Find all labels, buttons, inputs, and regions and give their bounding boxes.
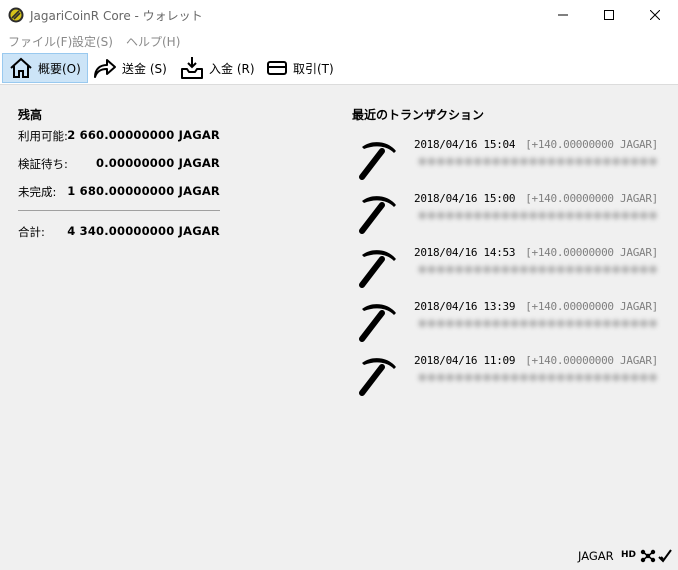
pickaxe-mined-icon — [359, 304, 396, 342]
recent-transactions-title: 最近のトランザクション — [352, 108, 485, 122]
window-title: JagariCoinR Core - ウォレット — [30, 9, 203, 23]
pickaxe-mined-icon — [359, 250, 396, 288]
maximize-button[interactable] — [586, 0, 632, 30]
transaction-amount: [+140.00000000 JAGAR] — [525, 354, 658, 367]
tab-transactions-label: 取引(T) — [293, 61, 334, 76]
sync-check-icon — [658, 549, 672, 563]
transaction-amount: [+140.00000000 JAGAR] — [525, 138, 658, 151]
pickaxe-mined-icon — [359, 142, 396, 180]
receive-inbox-icon — [181, 57, 203, 79]
list-item[interactable]: 2018/04/16 11:09 [+140.00000000 JAGAR] ●… — [352, 350, 662, 400]
transaction-date: 2018/04/16 14:53 — [414, 246, 516, 259]
transaction-address-redacted: ●●●●●●●●●●●●●●●●●●●●●●●●●● — [418, 372, 658, 383]
tab-overview-label: 概要(O) — [38, 61, 81, 76]
menu-help[interactable]: ヘルプ(H) — [126, 33, 180, 50]
transaction-address-redacted: ●●●●●●●●●●●●●●●●●●●●●●●●●● — [418, 318, 658, 329]
pending-label: 検証待ち: — [18, 157, 68, 171]
maximize-icon — [604, 10, 614, 20]
tab-send-label: 送金 (S) — [122, 61, 167, 76]
list-item[interactable]: 2018/04/16 14:53 [+140.00000000 JAGAR] ●… — [352, 242, 662, 292]
network-connections-icon[interactable] — [640, 548, 656, 564]
pending-value[interactable]: 0.00000000 JAGAR — [96, 156, 220, 170]
overview-page: 残高 利用可能: 2 660.00000000 JAGAR 検証待ち: 0.00… — [0, 86, 678, 570]
display-unit[interactable]: JAGAR — [578, 549, 614, 563]
menu-file[interactable]: ファイル(F) — [8, 33, 72, 50]
title-bar: JagariCoinR Core - ウォレット — [0, 0, 678, 30]
total-label: 合計: — [18, 225, 45, 239]
available-value[interactable]: 2 660.00000000 JAGAR — [67, 128, 220, 142]
transaction-amount: [+140.00000000 JAGAR] — [525, 246, 658, 259]
send-arrow-icon — [94, 59, 116, 78]
pickaxe-mined-icon — [359, 196, 396, 234]
transaction-amount: [+140.00000000 JAGAR] — [525, 192, 658, 205]
toolbar: 概要(O) 送金 (S) 入金 (R) 取引(T) — [0, 51, 678, 85]
immature-value[interactable]: 1 680.00000000 JAGAR — [67, 184, 220, 198]
total-value[interactable]: 4 340.00000000 JAGAR — [67, 224, 220, 238]
hd-wallet-indicator: HD — [621, 550, 637, 560]
list-item[interactable]: 2018/04/16 15:04 [+140.00000000 JAGAR] ●… — [352, 134, 662, 184]
jagaricoin-logo-icon — [8, 7, 24, 23]
list-item[interactable]: 2018/04/16 13:39 [+140.00000000 JAGAR] ●… — [352, 296, 662, 346]
tab-transactions[interactable]: 取引(T) — [260, 53, 340, 83]
transaction-address-redacted: ●●●●●●●●●●●●●●●●●●●●●●●●●● — [418, 210, 658, 221]
transaction-date: 2018/04/16 15:00 — [414, 192, 516, 205]
tab-receive[interactable]: 入金 (R) — [174, 53, 261, 83]
menu-bar: ファイル(F) 設定(S) ヘルプ(H) — [0, 30, 678, 51]
list-item[interactable]: 2018/04/16 15:00 [+140.00000000 JAGAR] ●… — [352, 188, 662, 238]
immature-label: 未完成: — [18, 185, 57, 199]
available-label: 利用可能: — [18, 129, 68, 143]
balance-divider — [18, 210, 220, 211]
close-icon — [650, 10, 660, 20]
transaction-address-redacted: ●●●●●●●●●●●●●●●●●●●●●●●●●● — [418, 156, 658, 167]
balances-title: 残高 — [18, 108, 43, 122]
transaction-date: 2018/04/16 15:04 — [414, 138, 516, 151]
close-button[interactable] — [632, 0, 678, 30]
minimize-button[interactable] — [540, 0, 586, 30]
home-icon — [10, 57, 32, 78]
tab-overview[interactable]: 概要(O) — [2, 53, 88, 83]
transaction-date: 2018/04/16 11:09 — [414, 354, 516, 367]
transaction-amount: [+140.00000000 JAGAR] — [525, 300, 658, 313]
tab-receive-label: 入金 (R) — [209, 61, 255, 76]
tab-send[interactable]: 送金 (S) — [87, 53, 173, 83]
menu-settings[interactable]: 設定(S) — [72, 33, 113, 50]
minimize-icon — [558, 14, 568, 16]
pickaxe-mined-icon — [359, 358, 396, 396]
status-bar: JAGAR HD — [0, 544, 678, 570]
transaction-date: 2018/04/16 13:39 — [414, 300, 516, 313]
transaction-address-redacted: ●●●●●●●●●●●●●●●●●●●●●●●●●● — [418, 264, 658, 275]
transactions-card-icon — [267, 61, 287, 75]
